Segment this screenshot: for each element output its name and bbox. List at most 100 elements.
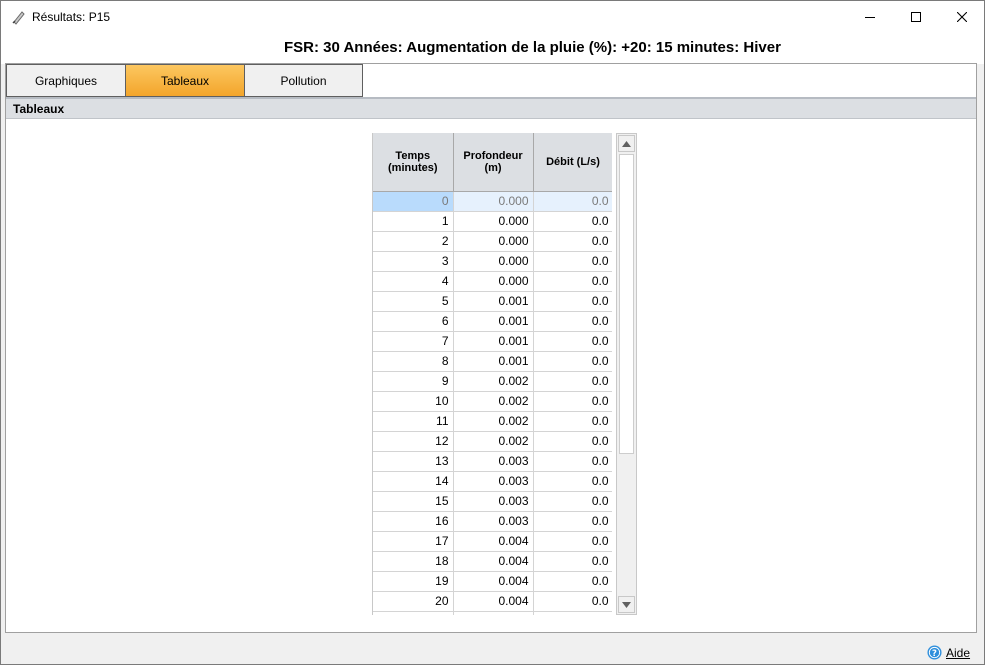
cell-profondeur[interactable]: 0.003: [453, 471, 534, 492]
table-row[interactable]: 7 0.001 0.0: [373, 331, 612, 352]
table-row[interactable]: 18 0.004 0.0: [373, 551, 612, 572]
cell-profondeur[interactable]: 0.000: [453, 271, 534, 292]
cell-profondeur[interactable]: 0.002: [453, 411, 534, 432]
cell-temps[interactable]: 8: [373, 351, 454, 372]
table-row[interactable]: 210.0050.0: [373, 611, 612, 615]
table-row[interactable]: 14 0.003 0.0: [373, 471, 612, 492]
cell-temps[interactable]: 19: [373, 571, 454, 592]
cell-debit[interactable]: 0.0: [533, 371, 612, 392]
cell-temps[interactable]: 9: [373, 371, 454, 392]
table-row[interactable]: 6 0.001 0.0: [373, 311, 612, 332]
cell-temps[interactable]: 15: [373, 491, 454, 512]
table-row[interactable]: 12 0.002 0.0: [373, 431, 612, 452]
tab-tableaux[interactable]: Tableaux: [125, 64, 244, 97]
cell-profondeur[interactable]: 0.000: [453, 231, 534, 252]
minimize-button[interactable]: [847, 1, 893, 32]
column-header-temps[interactable]: Temps (minutes): [373, 133, 454, 192]
cell-debit[interactable]: 0.0: [533, 211, 612, 232]
scroll-up-button[interactable]: [618, 135, 635, 152]
cell-temps[interactable]: 17: [373, 531, 454, 552]
cell-debit[interactable]: 0.0: [533, 551, 612, 572]
table-row[interactable]: 2 0.000 0.0: [373, 231, 612, 252]
cell-debit[interactable]: 0.0: [533, 471, 612, 492]
tab-pollution[interactable]: Pollution: [244, 64, 363, 97]
tab-graphiques[interactable]: Graphiques: [6, 64, 125, 97]
cell-profondeur[interactable]: 0.001: [453, 351, 534, 372]
table-row[interactable]: 15 0.003 0.0: [373, 491, 612, 512]
close-button[interactable]: [939, 1, 985, 32]
table-row[interactable]: 0 0.000 0.0: [373, 191, 612, 212]
cell-debit[interactable]: 0.0: [533, 531, 612, 552]
cell-temps[interactable]: 7: [373, 331, 454, 352]
cell-temps[interactable]: 21: [373, 611, 454, 615]
table-row[interactable]: 5 0.001 0.0: [373, 291, 612, 312]
cell-profondeur[interactable]: 0.003: [453, 511, 534, 532]
cell-debit[interactable]: 0.0: [533, 571, 612, 592]
cell-debit[interactable]: 0.0: [533, 271, 612, 292]
cell-profondeur[interactable]: 0.000: [453, 211, 534, 232]
cell-debit[interactable]: 0.0: [533, 231, 612, 252]
cell-temps[interactable]: 20: [373, 591, 454, 612]
cell-profondeur[interactable]: 0.004: [453, 551, 534, 572]
table-row[interactable]: 4 0.000 0.0: [373, 271, 612, 292]
cell-debit[interactable]: 0.0: [533, 451, 612, 472]
table-row[interactable]: 13 0.003 0.0: [373, 451, 612, 472]
vertical-scrollbar[interactable]: [616, 133, 637, 615]
cell-profondeur[interactable]: 0.003: [453, 451, 534, 472]
cell-debit[interactable]: 0.0: [533, 511, 612, 532]
cell-temps[interactable]: 16: [373, 511, 454, 532]
cell-temps[interactable]: 4: [373, 271, 454, 292]
results-table-container[interactable]: Temps (minutes) Profondeur (m) Débit (L/s)…: [372, 133, 612, 615]
cell-profondeur[interactable]: 0.001: [453, 291, 534, 312]
cell-temps[interactable]: 3: [373, 251, 454, 272]
title-bar[interactable]: Résultats: P15: [1, 1, 984, 32]
cell-temps[interactable]: 12: [373, 431, 454, 452]
cell-temps[interactable]: 13: [373, 451, 454, 472]
cell-debit[interactable]: 0.0: [533, 491, 612, 512]
cell-profondeur[interactable]: 0.003: [453, 491, 534, 512]
cell-temps[interactable]: 1: [373, 211, 454, 232]
table-row[interactable]: 10 0.002 0.0: [373, 391, 612, 412]
table-row[interactable]: 3 0.000 0.0: [373, 251, 612, 272]
scroll-down-button[interactable]: [618, 596, 635, 613]
cell-debit[interactable]: 0.0: [533, 611, 612, 615]
table-row[interactable]: 11 0.002 0.0: [373, 411, 612, 432]
cell-temps[interactable]: 2: [373, 231, 454, 252]
cell-temps[interactable]: 0: [373, 191, 454, 212]
table-row[interactable]: 1 0.000 0.0: [373, 211, 612, 232]
cell-profondeur[interactable]: 0.002: [453, 371, 534, 392]
cell-profondeur[interactable]: 0.000: [453, 191, 534, 212]
scroll-thumb[interactable]: [619, 154, 634, 454]
help-link[interactable]: ? Aide: [927, 645, 970, 660]
cell-profondeur[interactable]: 0.002: [453, 431, 534, 452]
cell-debit[interactable]: 0.0: [533, 251, 612, 272]
cell-debit[interactable]: 0.0: [533, 391, 612, 412]
cell-temps[interactable]: 5: [373, 291, 454, 312]
column-header-debit[interactable]: Débit (L/s): [533, 133, 612, 192]
table-row[interactable]: 8 0.001 0.0: [373, 351, 612, 372]
table-row[interactable]: 9 0.002 0.0: [373, 371, 612, 392]
cell-temps[interactable]: 10: [373, 391, 454, 412]
cell-debit[interactable]: 0.0: [533, 291, 612, 312]
column-header-profondeur[interactable]: Profondeur (m): [453, 133, 534, 192]
cell-temps[interactable]: 6: [373, 311, 454, 332]
cell-profondeur[interactable]: 0.002: [453, 391, 534, 412]
cell-debit[interactable]: 0.0: [533, 431, 612, 452]
table-row[interactable]: 19 0.004 0.0: [373, 571, 612, 592]
cell-debit[interactable]: 0.0: [533, 311, 612, 332]
cell-debit[interactable]: 0.0: [533, 331, 612, 352]
cell-profondeur[interactable]: 0.001: [453, 311, 534, 332]
cell-temps[interactable]: 14: [373, 471, 454, 492]
cell-debit[interactable]: 0.0: [533, 591, 612, 612]
table-row[interactable]: 17 0.004 0.0: [373, 531, 612, 552]
table-row[interactable]: 16 0.003 0.0: [373, 511, 612, 532]
cell-profondeur[interactable]: 0.004: [453, 571, 534, 592]
cell-temps[interactable]: 18: [373, 551, 454, 572]
cell-debit[interactable]: 0.0: [533, 351, 612, 372]
cell-profondeur[interactable]: 0.000: [453, 251, 534, 272]
cell-debit[interactable]: 0.0: [533, 191, 612, 212]
cell-profondeur[interactable]: 0.001: [453, 331, 534, 352]
cell-temps[interactable]: 11: [373, 411, 454, 432]
cell-debit[interactable]: 0.0: [533, 411, 612, 432]
cell-profondeur[interactable]: 0.004: [453, 591, 534, 612]
